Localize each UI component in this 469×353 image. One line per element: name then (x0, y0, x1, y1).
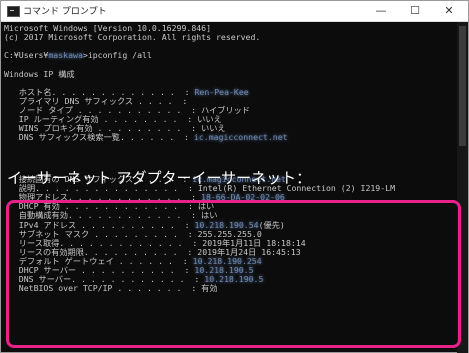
command-prompt-window: コマンド プロンプト — ☐ ✕ Microsoft Windows [Vers… (0, 0, 469, 353)
prompt-path: C:¥Users¥ (4, 50, 49, 61)
close-button[interactable]: ✕ (432, 1, 466, 21)
field-value: 有効 (201, 283, 218, 294)
console-line-text: Windows IP 構成 (4, 68, 75, 79)
ipconfig-row: DNS サフィックス検索一覧. . . . . . : ic.magicconn… (4, 133, 288, 142)
field-label: DNS サフィックス検索一覧. . . . . . : (4, 132, 194, 143)
console-app-icon (7, 6, 20, 17)
maximize-button[interactable]: ☐ (398, 1, 432, 21)
console-line: (c) 2017 Microsoft Corporation. All righ… (4, 33, 260, 42)
title-bar[interactable]: コマンド プロンプト — ☐ ✕ (1, 1, 468, 22)
adapter-row: NetBIOS over TCP/IP . . . . . . . : 有効 (4, 284, 218, 293)
vertical-scrollbar[interactable] (457, 22, 468, 353)
command-text: >ipconfig /all (82, 50, 152, 61)
minimize-button[interactable]: — (364, 1, 398, 21)
field-value: ic.magicconnect.net (193, 132, 288, 143)
field-label: NetBIOS over TCP/IP . . . . . . . : (4, 283, 202, 294)
adapter-heading: イーサーネット アダプターイーサーネット： (7, 169, 312, 187)
prompt-line: C:¥Users¥maskawa>ipconfig /all (4, 51, 152, 60)
scrollbar-thumb[interactable] (459, 26, 466, 146)
field-value: Ren-Pea-Kee (194, 86, 249, 97)
window-title: コマンド プロンプト (23, 7, 107, 17)
user-name: maskawa (48, 50, 83, 61)
console-line-text: (c) 2017 Microsoft Corporation. All righ… (4, 32, 261, 43)
field-value: はい (201, 210, 218, 221)
field-suffix: (優先) (258, 219, 285, 230)
console-line: Windows IP 構成 (4, 68, 75, 79)
